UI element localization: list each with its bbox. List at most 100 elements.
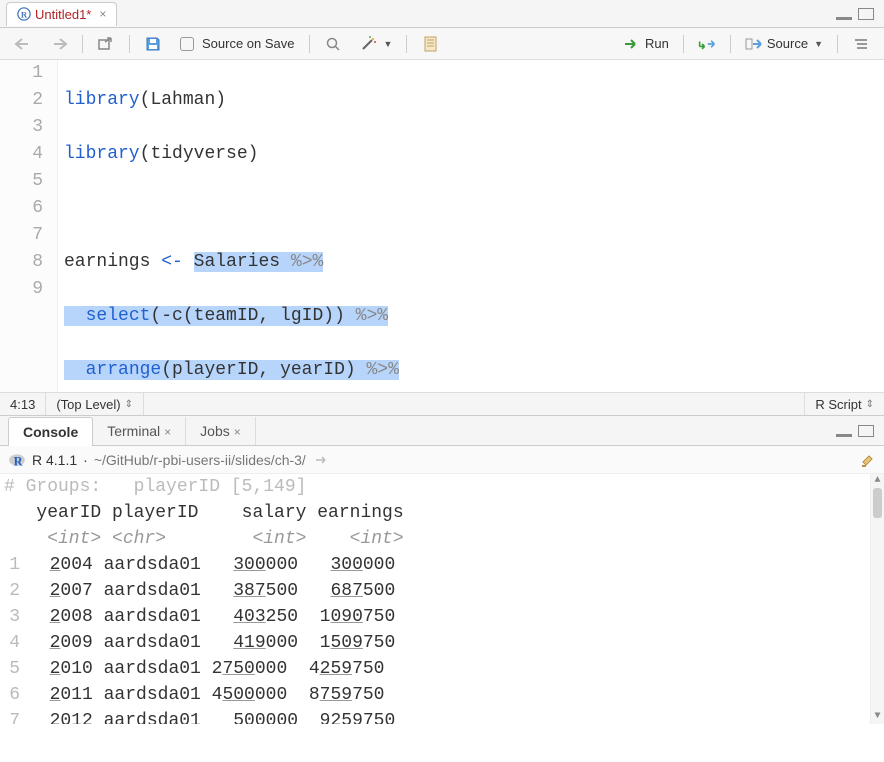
- save-icon: [144, 35, 162, 53]
- close-icon[interactable]: ×: [234, 425, 241, 439]
- r-logo-icon: R: [8, 451, 26, 469]
- console-data-row: 2 2007 aardsda01 387500 687500: [4, 578, 880, 604]
- code-area[interactable]: library(Lahman) library(tidyverse) earni…: [58, 60, 884, 392]
- working-directory[interactable]: ~/GitHub/r-pbi-users-ii/slides/ch-3/: [94, 452, 306, 468]
- source-arrow-icon: [745, 35, 763, 53]
- source-button[interactable]: Source ▼: [739, 32, 829, 56]
- code-line: arrange(playerID, yearID) %>%: [64, 357, 884, 384]
- line-number: 9: [0, 276, 43, 303]
- editor-status-bar: 4:13 (Top Level)⇕ R Script⇕: [0, 392, 884, 416]
- code-line: select(-c(teamID, lgID)) %>%: [64, 303, 884, 330]
- toolbar-separator: [82, 35, 83, 53]
- checkbox-icon: [180, 37, 194, 51]
- toolbar-separator: [309, 35, 310, 53]
- toolbar-separator: [406, 35, 407, 53]
- svg-text:R: R: [21, 10, 28, 20]
- save-button[interactable]: [138, 32, 168, 56]
- console-data-row: 4 2009 aardsda01 419000 1509750: [4, 630, 880, 656]
- updown-icon: ⇕: [125, 399, 133, 410]
- console-line: # Groups: playerID [5,149]: [4, 474, 880, 500]
- outline-icon: [852, 35, 870, 53]
- run-label: Run: [645, 36, 669, 51]
- clear-console-icon[interactable]: [858, 451, 876, 469]
- code-tools-button[interactable]: ▼: [354, 32, 399, 56]
- line-number: 3: [0, 114, 43, 141]
- source-on-save-toggle[interactable]: Source on Save: [174, 33, 301, 54]
- find-button[interactable]: [318, 32, 348, 56]
- chevron-down-icon: ▼: [814, 39, 823, 49]
- bottom-tab-bar: Console Terminal× Jobs×: [0, 416, 884, 446]
- arrow-left-icon: [14, 35, 32, 53]
- console-data-row: 3 2008 aardsda01 403250 1090750: [4, 604, 880, 630]
- line-number: 5: [0, 168, 43, 195]
- updown-icon: ⇕: [866, 399, 874, 410]
- console-data-row: 1 2004 aardsda01 300000 300000: [4, 552, 880, 578]
- line-number: 1: [0, 60, 43, 87]
- console-data-row: 5 2010 aardsda01 2750000 4259750: [4, 656, 880, 682]
- tab-jobs[interactable]: Jobs×: [186, 417, 256, 445]
- forward-button[interactable]: [44, 32, 74, 56]
- rerun-icon: [698, 35, 716, 53]
- console-types-row: <int> <chr> <int> <int>: [4, 526, 880, 552]
- svg-text:R: R: [14, 454, 24, 468]
- rerun-button[interactable]: [692, 32, 722, 56]
- line-number: 8: [0, 249, 43, 276]
- minimize-pane-icon[interactable]: [836, 12, 852, 20]
- toolbar-separator: [683, 35, 684, 53]
- console-output[interactable]: # Groups: playerID [5,149] yearID player…: [0, 474, 884, 724]
- cursor-position[interactable]: 4:13: [0, 393, 46, 415]
- wand-icon: [360, 35, 378, 53]
- separator-dot: ·: [83, 452, 88, 468]
- line-number: 7: [0, 222, 43, 249]
- outline-button[interactable]: [846, 32, 876, 56]
- run-button[interactable]: Run: [617, 32, 675, 56]
- console-data-row: 6 2011 aardsda01 4500000 8759750: [4, 682, 880, 708]
- r-file-icon: R: [17, 7, 31, 21]
- chevron-down-icon: ▼: [384, 39, 393, 49]
- notebook-icon: [421, 35, 439, 53]
- toolbar-separator: [129, 35, 130, 53]
- maximize-pane-icon[interactable]: [858, 8, 874, 20]
- popout-icon: [97, 35, 115, 53]
- goto-dir-icon[interactable]: [312, 451, 330, 469]
- toolbar-separator: [730, 35, 731, 53]
- pane-window-controls: [836, 425, 884, 437]
- code-line: library(Lahman): [64, 87, 884, 114]
- r-version: R 4.1.1: [32, 452, 77, 468]
- code-editor[interactable]: 1 2 3 4 5 6 7 8 9 library(Lahman) librar…: [0, 60, 884, 392]
- compile-report-button[interactable]: [415, 32, 445, 56]
- scope-selector[interactable]: (Top Level)⇕: [46, 393, 144, 415]
- line-number: 4: [0, 141, 43, 168]
- scroll-up-icon[interactable]: ▲: [871, 474, 884, 488]
- console-data-row: 7 2012 aardsda01 500000 9259750: [4, 708, 880, 724]
- source-label: Source: [767, 36, 808, 51]
- run-arrow-icon: [623, 35, 641, 53]
- filetype-selector[interactable]: R Script⇕: [804, 393, 884, 415]
- line-number: 2: [0, 87, 43, 114]
- tab-console[interactable]: Console: [8, 417, 93, 446]
- editor-tab[interactable]: R Untitled1* ×: [6, 2, 117, 26]
- maximize-pane-icon[interactable]: [858, 425, 874, 437]
- editor-toolbar: Source on Save ▼ Run Source ▼: [0, 28, 884, 60]
- code-line: earnings <- Salaries %>%: [64, 249, 884, 276]
- console-scrollbar[interactable]: ▲ ▼: [870, 474, 884, 724]
- toolbar-separator: [837, 35, 838, 53]
- source-on-save-label: Source on Save: [202, 36, 295, 51]
- line-number: 6: [0, 195, 43, 222]
- close-icon[interactable]: ×: [164, 425, 171, 439]
- code-line: library(tidyverse): [64, 141, 884, 168]
- show-in-new-window-button[interactable]: [91, 32, 121, 56]
- pane-window-controls: [836, 8, 884, 20]
- minimize-pane-icon[interactable]: [836, 429, 852, 437]
- tab-terminal[interactable]: Terminal×: [93, 417, 186, 445]
- line-gutter: 1 2 3 4 5 6 7 8 9: [0, 60, 58, 392]
- editor-tab-bar: R Untitled1* ×: [0, 0, 884, 28]
- arrow-right-icon: [50, 35, 68, 53]
- tab-title: Untitled1*: [35, 7, 91, 22]
- console-header-row: yearID playerID salary earnings: [4, 500, 880, 526]
- close-icon[interactable]: ×: [99, 7, 106, 21]
- scroll-down-icon[interactable]: ▼: [871, 710, 884, 724]
- back-button[interactable]: [8, 32, 38, 56]
- magnifier-icon: [324, 35, 342, 53]
- scroll-thumb[interactable]: [873, 488, 882, 518]
